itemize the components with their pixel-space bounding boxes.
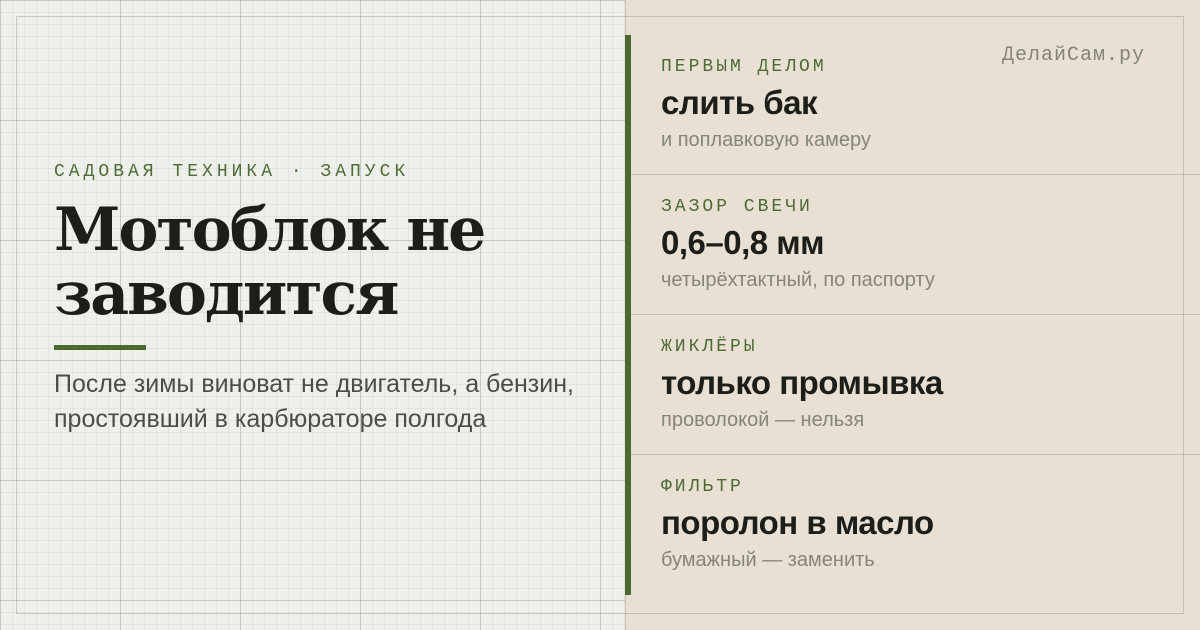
category-kicker: САДОВАЯ ТЕХНИКА · ЗАПУСК [54, 162, 410, 182]
lede-text: После зимы виноват не двигатель, а бензи… [54, 370, 574, 433]
tip-label: ЗАЗОР СВЕЧИ [661, 197, 813, 217]
tip-note: четырёхтактный, по паспорту [661, 269, 935, 291]
tip-label: ФИЛЬТР [661, 477, 744, 497]
tip-label: ЖИКЛЁРЫ [661, 337, 758, 357]
tips-list: ПЕРВЫМ ДЕЛОМ слить бак и поплавковую кам… [631, 35, 1200, 595]
tip-value: только промывка [661, 364, 943, 401]
tip-value: 0,6–0,8 мм [661, 224, 825, 261]
title-underline [54, 345, 146, 350]
page-title: Мотоблок не заводится [54, 195, 486, 329]
tip-value: поролон в масло [661, 504, 934, 541]
tip-label: ПЕРВЫМ ДЕЛОМ [661, 57, 827, 77]
tip-note: проволокой — нельзя [661, 409, 865, 431]
tip-note: бумажный — заменить [661, 549, 875, 571]
tip-value: слить бак [661, 84, 817, 121]
tip-item-filter: ФИЛЬТР поролон в масло бумажный — замени… [631, 455, 1200, 595]
tip-item-first-step: ПЕРВЫМ ДЕЛОМ слить бак и поплавковую кам… [631, 35, 1200, 175]
tip-item-jets: ЖИКЛЁРЫ только промывка проволокой — нел… [631, 315, 1200, 455]
tip-item-spark-gap: ЗАЗОР СВЕЧИ 0,6–0,8 мм четырёхтактный, п… [631, 175, 1200, 315]
tip-note: и поплавковую камеру [661, 129, 871, 151]
